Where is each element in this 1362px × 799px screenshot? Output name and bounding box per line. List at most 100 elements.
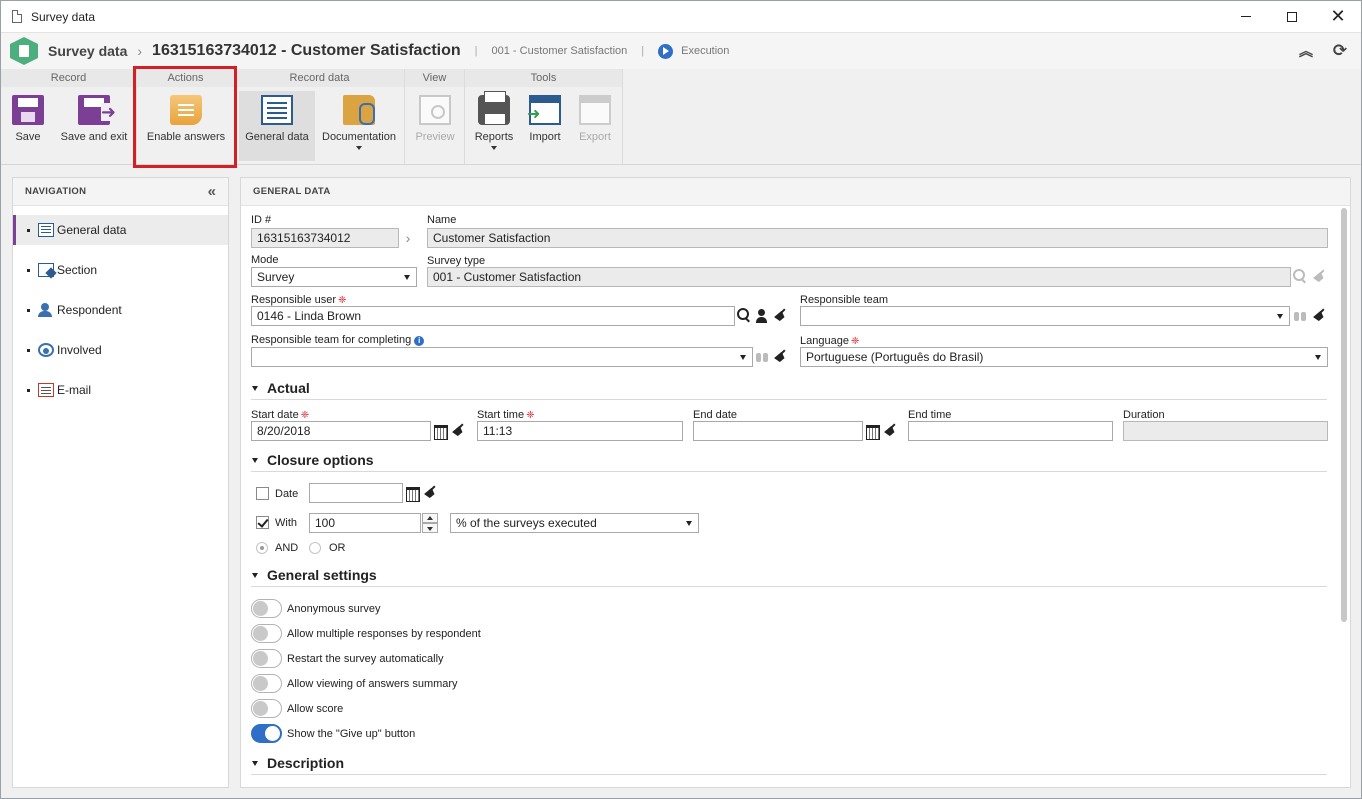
export-label: Export (579, 131, 611, 143)
documentation-button[interactable]: Documentation (317, 91, 401, 161)
ribbon-group-record-data: Record data General data Documentation (235, 69, 405, 164)
multiple-responses-toggle[interactable] (251, 624, 282, 643)
ribbon-group-title: Record (1, 69, 136, 87)
nav-item-respondent[interactable]: Respondent (13, 295, 228, 325)
refresh-button[interactable]: ⟳ (1329, 40, 1351, 62)
import-button[interactable]: Import (521, 91, 569, 161)
vertical-scrollbar[interactable] (1341, 208, 1347, 622)
clear-icon[interactable] (771, 347, 789, 367)
chevron-right-icon[interactable]: › (399, 228, 417, 248)
title-bar: Survey data ✕ (1, 1, 1361, 32)
minimize-button[interactable] (1223, 1, 1269, 32)
calendar-icon[interactable] (863, 421, 881, 441)
clear-icon[interactable] (1310, 306, 1328, 326)
save-icon (12, 95, 44, 125)
general-data-icon (261, 95, 293, 125)
id-field: 16315163734012 (251, 228, 399, 248)
caret-down-icon (491, 146, 497, 150)
list-icon (38, 223, 54, 237)
closure-unit-select[interactable]: % of the surveys executed (450, 513, 699, 533)
preview-button[interactable]: Preview (411, 91, 459, 161)
close-button[interactable]: ✕ (1315, 1, 1361, 32)
ribbon-group-record: Record Save Save and exit (1, 69, 137, 164)
general-data-label: General data (245, 131, 309, 143)
save-button[interactable]: Save (7, 91, 49, 161)
restart-automatically-toggle[interactable] (251, 649, 282, 668)
start-time-field[interactable]: 11:13 (477, 421, 683, 441)
closure-date-checkbox[interactable] (256, 487, 269, 500)
answers-summary-toggle[interactable] (251, 674, 282, 693)
responsible-team-select[interactable] (800, 306, 1290, 326)
nav-item-general-data[interactable]: General data (13, 215, 228, 245)
anonymous-survey-toggle[interactable] (251, 599, 282, 618)
user-icon[interactable] (753, 306, 771, 326)
closure-date-label: Date (275, 488, 299, 500)
navigation-panel: NAVIGATION « General data Section Respon… (12, 177, 229, 788)
responsible-user-field[interactable]: 0146 - Linda Brown (251, 306, 735, 326)
or-label: OR (329, 542, 346, 554)
breadcrumb-app[interactable]: Survey data (48, 43, 127, 59)
team-completing-select[interactable] (251, 347, 753, 367)
required-icon: ❈ (300, 410, 310, 421)
clear-icon[interactable] (449, 421, 467, 441)
closure-with-checkbox[interactable] (256, 516, 269, 529)
duration-field (1123, 421, 1328, 441)
calendar-icon[interactable] (431, 421, 449, 441)
id-label: ID # (251, 214, 272, 226)
enable-answers-button[interactable]: Enable answers (141, 91, 231, 161)
name-field[interactable]: Customer Satisfaction (427, 228, 1328, 248)
allow-score-toggle[interactable] (251, 699, 282, 718)
double-chevron-up-icon: ︽ (1299, 43, 1313, 59)
binoculars-icon[interactable] (753, 347, 771, 367)
panel-title: GENERAL DATA (241, 178, 1350, 206)
toggle-label: Allow score (287, 703, 344, 715)
search-icon[interactable] (1291, 267, 1309, 287)
enable-answers-label: Enable answers (146, 131, 226, 143)
collapse-navigation-icon[interactable]: « (208, 183, 216, 200)
minimize-icon (1241, 16, 1251, 17)
required-icon: ❈ (850, 336, 860, 347)
mode-select[interactable]: Survey (251, 267, 417, 287)
calendar-icon[interactable] (403, 483, 421, 503)
search-icon[interactable] (735, 306, 753, 326)
end-date-field[interactable] (693, 421, 863, 441)
export-button[interactable]: Export (571, 91, 619, 161)
or-radio[interactable] (309, 542, 321, 554)
maximize-button[interactable] (1269, 1, 1315, 32)
toggle-label: Restart the survey automatically (287, 653, 444, 665)
and-radio[interactable] (256, 542, 268, 554)
section-general-settings[interactable]: General settings (251, 565, 1327, 587)
save-and-exit-button[interactable]: Save and exit (55, 91, 133, 161)
survey-data-window: Survey data ✕ Survey data › 163151637340… (0, 0, 1362, 799)
end-time-field[interactable] (908, 421, 1113, 441)
quantity-stepper[interactable] (422, 513, 438, 533)
preview-icon (419, 95, 451, 125)
duration-label: Duration (1123, 409, 1165, 421)
section-actual[interactable]: Actual (251, 378, 1327, 400)
collapse-header-button[interactable]: ︽ (1295, 40, 1317, 62)
give-up-button-toggle[interactable] (251, 724, 282, 743)
survey-type-label: Survey type (427, 255, 486, 267)
closure-with-quantity-field[interactable]: 100 (309, 513, 421, 533)
clear-icon[interactable] (421, 483, 439, 503)
clear-icon[interactable] (1310, 267, 1328, 287)
ribbon-toolbar: Record Save Save and exit Actions Enable… (1, 69, 1361, 165)
start-date-field[interactable]: 8/20/2018 (251, 421, 431, 441)
section-description[interactable]: Description (251, 753, 1327, 775)
increment-icon (422, 513, 438, 523)
binoculars-icon[interactable] (1291, 306, 1309, 326)
clear-icon[interactable] (881, 421, 899, 441)
nav-item-section[interactable]: Section (13, 255, 228, 285)
nav-item-email[interactable]: E-mail (13, 375, 228, 405)
ribbon-group-title: Tools (465, 69, 622, 87)
section-closure-options[interactable]: Closure options (251, 450, 1327, 472)
separator: | (474, 45, 478, 57)
closure-with-label: With (275, 517, 297, 529)
nav-item-involved[interactable]: Involved (13, 335, 228, 365)
required-icon: ❈ (338, 295, 347, 306)
reports-button[interactable]: Reports (469, 91, 519, 161)
closure-date-field[interactable] (309, 483, 403, 503)
clear-icon[interactable] (771, 306, 789, 326)
general-data-button[interactable]: General data (239, 91, 315, 161)
language-select[interactable]: Portuguese (Português do Brasil) (800, 347, 1328, 367)
